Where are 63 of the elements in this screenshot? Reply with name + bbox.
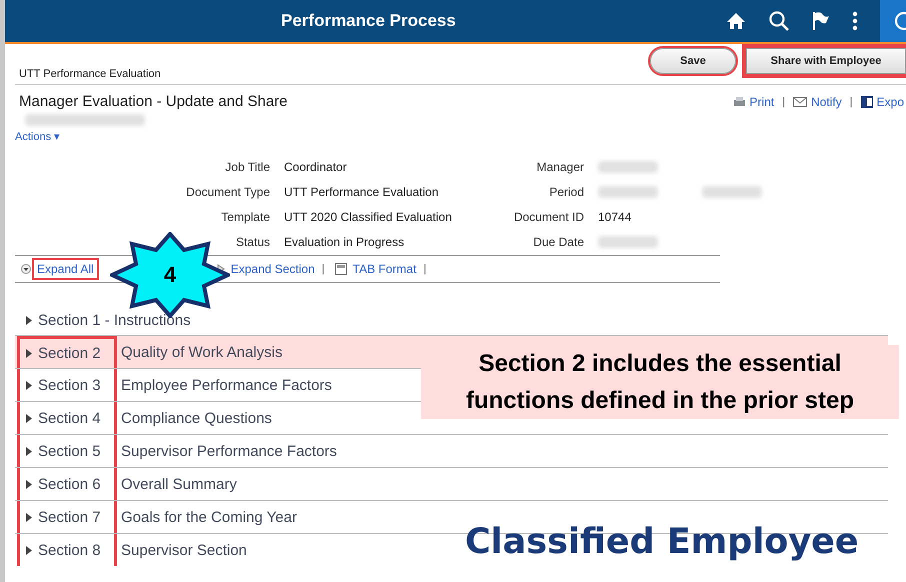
- expand-icon[interactable]: [26, 546, 32, 554]
- separator: |: [850, 96, 853, 108]
- caption-text: Classified Employee: [465, 522, 859, 562]
- toolbar-link[interactable]: Print: [750, 94, 774, 108]
- spreadsheet-icon: [860, 96, 873, 108]
- expand-icon[interactable]: [26, 380, 32, 390]
- section-title[interactable]: Compliance Questions: [121, 402, 272, 434]
- separator: |: [423, 263, 426, 275]
- header-title: Performance Process: [281, 11, 456, 31]
- field-label: Manager: [536, 160, 584, 174]
- toolbar-link[interactable]: Expo: [876, 94, 904, 108]
- expand-icon[interactable]: [26, 446, 32, 456]
- field-label: Job Title: [224, 160, 270, 174]
- section-title[interactable]: Goals for the Coming Year: [121, 501, 297, 533]
- expand-icon[interactable]: [26, 316, 32, 324]
- field-label: Period: [548, 184, 584, 198]
- section-label[interactable]: Section 5: [17, 435, 117, 467]
- actions-menu[interactable]: Actions ▾: [15, 130, 60, 143]
- field-label: Template: [220, 210, 270, 224]
- action-button[interactable]: Save: [650, 48, 736, 74]
- section-title[interactable]: Supervisor Performance Factors: [121, 435, 337, 467]
- section-label[interactable]: Section 8: [17, 534, 117, 566]
- toolbar-link[interactable]: TAB Format: [350, 260, 420, 278]
- navigation-icon[interactable]: [880, 0, 906, 42]
- field-value: Evaluation in Progress: [284, 234, 406, 248]
- separator: |: [322, 263, 325, 275]
- envelope-icon: [793, 96, 808, 106]
- field-label: Due Date: [532, 234, 584, 248]
- toolbar-link[interactable]: Expand Section: [228, 260, 318, 278]
- home-icon[interactable]: [726, 11, 746, 31]
- field-value: UTT 2020 Classified Evaluation: [284, 210, 453, 224]
- field-value: UTT Performance Evaluation: [284, 184, 440, 198]
- field-label: Document Type: [185, 184, 270, 198]
- expand-icon[interactable]: [21, 264, 31, 274]
- document-icon[interactable]: [334, 263, 347, 275]
- page-subtitle: UTT Performance Evaluation: [19, 68, 161, 80]
- expand-icon[interactable]: [26, 512, 32, 522]
- search-icon[interactable]: [768, 10, 790, 32]
- expand-icon[interactable]: [26, 480, 32, 488]
- section-title[interactable]: Overall Summary: [121, 468, 237, 500]
- page-title: Manager Evaluation - Update and Share: [19, 93, 288, 110]
- expand-icon[interactable]: [26, 414, 32, 422]
- flag-icon[interactable]: [812, 11, 830, 31]
- more-icon[interactable]: [852, 11, 858, 31]
- section-label[interactable]: Section 7: [17, 501, 117, 533]
- printer-icon: [732, 96, 746, 108]
- field-label: Document ID: [512, 210, 584, 224]
- field-value: 10744: [598, 210, 632, 224]
- section-label[interactable]: Section 2: [17, 336, 117, 368]
- field-label: Status: [234, 234, 270, 248]
- section-label[interactable]: Section 4: [17, 402, 117, 434]
- section-title[interactable]: Employee Performance Factors: [121, 369, 332, 401]
- field-value: Coordinator: [284, 160, 348, 174]
- section-label[interactable]: Section 6: [17, 468, 117, 500]
- toolbar-link[interactable]: Notify: [811, 94, 842, 108]
- section-label[interactable]: Section 3: [17, 369, 117, 401]
- blurred-value: [702, 186, 762, 198]
- separator: |: [782, 96, 786, 108]
- expand-icon[interactable]: [26, 349, 32, 358]
- section-title[interactable]: Supervisor Section: [121, 534, 247, 566]
- section-title[interactable]: Quality of Work Analysis: [121, 336, 282, 368]
- callout-tooltip: Section 2 includes the essential functions defined in the prior step: [421, 345, 899, 419]
- toolbar-link[interactable]: Expand All: [34, 260, 97, 278]
